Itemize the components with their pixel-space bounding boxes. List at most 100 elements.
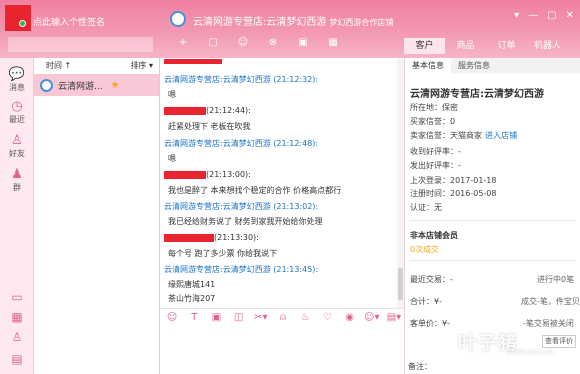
font-icon[interactable]: T <box>184 310 204 326</box>
left-rail: 💬 消息 ◷ 最近 ♙ 好友 ♟ 群 ▭ ▦ ♙ ▤ <box>0 58 34 374</box>
rail-item-friends[interactable]: ♙ 好友 <box>0 134 34 159</box>
panel-tabs: 客户 商品 订单 机器人 <box>404 38 568 54</box>
file-icon[interactable]: ◫ <box>229 310 249 326</box>
trade-total: 合计：¥- <box>410 297 442 306</box>
rail-item-recent[interactable]: ◷ 最近 <box>0 100 34 125</box>
maximize-icon[interactable]: ▢ <box>547 10 556 21</box>
message-header: 云清网游专营店:云清梦幻西游 (21:12:32): <box>164 74 318 85</box>
redacted-name <box>164 59 222 64</box>
app-icon[interactable]: ▦ <box>320 36 346 50</box>
video-icon[interactable]: ▢ <box>200 36 226 50</box>
sort-time[interactable]: 时间 ↑ <box>46 58 71 74</box>
closed-trades: -笔交易被关闭 <box>523 319 574 328</box>
history-icon[interactable]: ▤▾ <box>384 310 404 326</box>
sort-dropdown[interactable]: 排序 ▾ <box>130 58 153 74</box>
status-dropdown[interactable] <box>8 37 153 52</box>
info-last-login: 上次登录：2017-01-18 <box>410 176 497 185</box>
message-time: (21:12:44): <box>206 106 251 115</box>
customer-name: 云清网游专营店:云清梦幻西游 <box>410 89 544 100</box>
contact-list: 时间 ↑ 排序 ▾ 云清网游... ★ <box>34 58 160 374</box>
gift-icon[interactable]: ♨ <box>295 310 315 326</box>
divider <box>410 260 576 261</box>
rail-label: 群 <box>13 183 21 192</box>
redacted-name <box>164 106 206 115</box>
chevron-down-icon[interactable]: ▾ <box>514 10 519 21</box>
recent-trade: 最近交易：- <box>410 275 453 284</box>
enter-shop-link[interactable]: 进入店铺 <box>485 131 517 140</box>
title-bar: 点此输入个性签名 云清网游专营店:云清梦幻西游 梦幻西游合作店铺 + ▢ ☺ ⊗ … <box>0 0 580 58</box>
rail-label: 最近 <box>9 115 25 124</box>
tab-basic-info[interactable]: 基本信息 <box>405 58 451 73</box>
redacted-name <box>164 233 214 242</box>
chat-history: 云清网游专营店:云清梦幻西游 (21:12:32): 嗯 (21:12:44):… <box>160 58 397 308</box>
online-status-dot <box>19 20 26 27</box>
tab-service-info[interactable]: 服务信息 <box>451 58 497 73</box>
clock-icon: ◷ <box>11 99 23 114</box>
block-icon[interactable]: ⊗ <box>260 36 286 50</box>
computer-icon[interactable]: ▤ <box>0 352 34 366</box>
add-member-icon[interactable]: + <box>170 36 196 50</box>
contact-name: 云清网游... <box>58 81 103 92</box>
close-icon[interactable]: ✕ <box>566 10 574 21</box>
tab-robot[interactable]: 机器人 <box>527 38 568 54</box>
message-body: 茶山竹海207 <box>168 294 216 303</box>
coupon-icon[interactable]: ◉ <box>340 310 360 326</box>
shop-avatar <box>170 11 186 27</box>
rail-label: 消息 <box>9 83 25 92</box>
minimize-icon[interactable]: — <box>528 10 538 21</box>
list-item[interactable]: 云清网游... ★ <box>34 74 159 96</box>
star-icon[interactable]: ★ <box>111 80 120 91</box>
rail-item-groups[interactable]: ♟ 群 <box>0 168 34 193</box>
info-buyer-credit: 买家信誉：0 <box>410 117 456 126</box>
chat-toolbar: + ▢ ☺ ⊗ ▣ ▦ <box>170 36 346 50</box>
window-controls: ▾ — ▢ ✕ <box>514 10 574 21</box>
rail-item-messages[interactable]: 💬 消息 <box>0 68 34 93</box>
tab-customer[interactable]: 客户 <box>404 38 445 54</box>
message-body: 嗯 <box>168 154 176 163</box>
message-icon: 💬 <box>8 67 26 82</box>
sender-name: 云清网游专营店:云清梦幻西游 <box>164 139 271 148</box>
group-icon: ♟ <box>11 167 23 182</box>
message-body: 缘熙唐城141 <box>168 280 216 289</box>
info-received-rate: 收到好评率：- <box>410 147 461 156</box>
membership-title: 非本店铺会员 <box>410 231 458 240</box>
message-time: (21:13:02): <box>273 202 319 211</box>
info-given-rate: 发出好评率：- <box>410 161 461 170</box>
message-header: (21:13:30): <box>164 233 259 242</box>
bell-icon[interactable]: ⍝ <box>273 310 293 326</box>
user-settings-icon[interactable]: ♙ <box>0 330 34 344</box>
message-body: 我已经给财务说了 财务到家我开始给你处理 <box>168 217 323 226</box>
seller-credit-text: 卖家信誉：天猫商家 <box>410 131 482 140</box>
screenshot-icon[interactable]: ✂▾ <box>251 310 271 326</box>
image-icon[interactable]: ▣ <box>206 310 226 326</box>
average-price: 客单价：¥- <box>410 319 450 328</box>
info-tabs: 基本信息 服务信息 <box>405 58 580 73</box>
calendar-icon[interactable]: ▦ <box>0 310 34 324</box>
signature-field[interactable]: 点此输入个性签名 <box>33 15 105 28</box>
sender-name: 云清网游专营店:云清梦幻西游 <box>164 75 271 84</box>
screen-icon[interactable]: ▣ <box>290 36 316 50</box>
add-contact-icon[interactable]: ☺ <box>230 36 256 50</box>
emoji-icon[interactable]: ☺ <box>162 310 182 326</box>
tab-order[interactable]: 订单 <box>486 38 527 54</box>
divider <box>410 220 576 221</box>
sender-name: 云清网游专营店:云清梦幻西游 <box>164 265 271 274</box>
watermark-url: www.yzz.cn <box>507 347 554 356</box>
app-logo <box>5 5 31 31</box>
quick-reply-icon[interactable]: ☺▾ <box>362 310 382 326</box>
scrollbar-thumb[interactable] <box>398 268 403 300</box>
info-location: 所在地：保密 <box>410 103 458 112</box>
rail-label: 好友 <box>9 149 25 158</box>
shop-title-text: 云清网游专营店:云清梦幻西游 <box>193 17 327 28</box>
message-input[interactable] <box>160 326 404 374</box>
message-body: 赶紧处理下 老板在吹我 <box>168 122 251 131</box>
shop-sub-title: 梦幻西游合作店铺 <box>329 18 394 27</box>
tab-product[interactable]: 商品 <box>445 38 486 54</box>
heart-icon[interactable]: ♡ <box>317 310 337 326</box>
window-icon[interactable]: ▭ <box>0 290 34 304</box>
message-header: 云清网游专营店:云清梦幻西游 (21:12:48): <box>164 138 318 149</box>
input-toolbar: ☺ T ▣ ◫ ✂▾ ⍝ ♨ ♡ ◉ ☺▾ ▤▾ <box>160 308 404 326</box>
trade-in-progress: 进行中0笔 <box>537 275 575 284</box>
redacted-name <box>164 170 206 179</box>
sender-name: 云清网游专营店:云清梦幻西游 <box>164 202 271 211</box>
